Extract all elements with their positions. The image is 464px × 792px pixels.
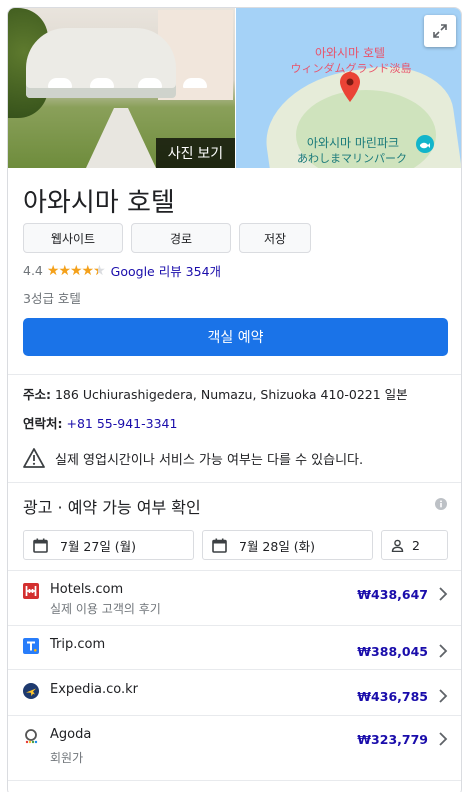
- checkout-date: 7월 28일 (화): [239, 538, 316, 554]
- offer-row[interactable]: Trip.com ₩388,045: [23, 637, 448, 662]
- action-buttons: 웹사이트 경로 저장: [23, 223, 311, 253]
- offer-subtext: 회원가: [50, 751, 84, 765]
- map-pin-icon: [340, 72, 360, 102]
- chevron-right-icon: [439, 689, 448, 703]
- availability-title: 광고 · 예약 가능 여부 확인: [23, 498, 201, 517]
- hotel-knowledge-panel: 사진 보기 아와시마 호텔 ウィンダムグランド淡島 아와시마 마린파크 あわしま…: [7, 7, 462, 792]
- rating-row: 4.4 ★★★★★★ Google 리뷰 354개: [23, 261, 221, 280]
- address-row: 주소: 186 Uchiurashigedera, Numazu, Shizuo…: [23, 384, 408, 403]
- checkin-date-field[interactable]: 7월 27일 (월): [23, 530, 194, 560]
- save-button[interactable]: 저장: [239, 223, 311, 253]
- divider: [8, 374, 461, 375]
- offer-provider: Hotels.com: [50, 582, 124, 597]
- phone-label: 연락처:: [23, 416, 63, 431]
- aquarium-icon: [416, 135, 434, 153]
- hotel-title: 아와시마 호텔: [23, 188, 175, 218]
- hotel-photo[interactable]: 사진 보기: [8, 8, 235, 168]
- phone-link[interactable]: +81 55-941-3341: [66, 416, 177, 431]
- offer-provider: Expedia.co.kr: [50, 682, 138, 697]
- map-poi-label: 아와시마 마린파크: [306, 136, 400, 150]
- divider: [8, 669, 461, 670]
- info-icon[interactable]: [435, 498, 447, 510]
- photo-umbrella: [90, 78, 114, 88]
- expand-map-button[interactable]: [424, 15, 456, 47]
- guest-count: 2: [412, 537, 420, 553]
- checkin-date: 7월 27일 (월): [60, 538, 137, 554]
- photo-umbrella: [48, 78, 72, 88]
- offer-subtext: 실제 이용 고객의 후기: [50, 602, 161, 616]
- offer-provider: Trip.com: [50, 637, 106, 652]
- notice-row: 실제 영업시간이나 서비스 가능 여부는 다를 수 있습니다.: [23, 448, 363, 468]
- offer-row[interactable]: Agoda 회원가 ₩323,779: [23, 727, 448, 768]
- warning-icon: [23, 448, 45, 468]
- expedia-icon: [23, 683, 39, 699]
- website-button[interactable]: 웹사이트: [23, 223, 123, 253]
- photo-umbrella: [138, 78, 162, 88]
- offer-price: ₩438,647: [357, 587, 428, 602]
- address-value: 186 Uchiurashigedera, Numazu, Shizuoka 4…: [54, 387, 408, 402]
- offer-provider: Agoda: [50, 727, 92, 742]
- offer-price: ₩388,045: [357, 644, 428, 659]
- map-hotel-label: 아와시마 호텔: [314, 46, 386, 60]
- chevron-right-icon: [439, 644, 448, 658]
- expand-icon: [433, 24, 447, 38]
- trip-com-icon: [23, 638, 39, 654]
- divider: [8, 570, 461, 571]
- divider: [8, 482, 461, 483]
- directions-button[interactable]: 경로: [131, 223, 231, 253]
- divider: [8, 715, 461, 716]
- notice-text: 실제 영업시간이나 서비스 가능 여부는 다를 수 있습니다.: [55, 452, 364, 468]
- photo-path: [86, 108, 156, 168]
- chevron-right-icon: [439, 732, 448, 746]
- chevron-right-icon: [439, 587, 448, 601]
- star-rating-icon: ★★★★★★: [46, 262, 106, 279]
- rating-value: 4.4: [23, 263, 43, 278]
- date-picker-row: 7월 27일 (월) 7월 28일 (화) 2: [23, 530, 448, 560]
- offer-row[interactable]: Expedia.co.kr ₩436,785: [23, 682, 448, 707]
- checkout-date-field[interactable]: 7월 28일 (화): [202, 530, 373, 560]
- phone-row: 연락처: +81 55-941-3341: [23, 413, 177, 432]
- reviews-link[interactable]: Google 리뷰 354개: [111, 261, 221, 280]
- photo-umbrella: [183, 78, 207, 88]
- offer-price: ₩436,785: [357, 689, 428, 704]
- book-room-button[interactable]: 객실 예약: [23, 318, 448, 356]
- calendar-icon: [212, 538, 227, 553]
- offer-price: ₩323,779: [357, 732, 428, 747]
- divider: [8, 625, 461, 626]
- map-poi-label-jp: あわしまマリンパーク: [297, 152, 407, 165]
- hotels-com-icon: [23, 583, 39, 599]
- view-photos-button[interactable]: 사진 보기: [156, 138, 235, 168]
- guests-field[interactable]: 2: [381, 530, 448, 560]
- hotel-class: 3성급 호텔: [23, 291, 81, 306]
- calendar-icon: [33, 538, 48, 553]
- divider: [8, 780, 461, 781]
- address-label: 주소:: [23, 387, 51, 402]
- person-icon: [391, 539, 404, 552]
- agoda-icon: [25, 729, 38, 744]
- map-preview[interactable]: 아와시마 호텔 ウィンダムグランド淡島 아와시마 마린파크 あわしまマリンパーク: [236, 8, 461, 168]
- media-header: 사진 보기 아와시마 호텔 ウィンダムグランド淡島 아와시마 마린파크 あわしま…: [8, 8, 461, 168]
- offer-row[interactable]: Hotels.com 실제 이용 고객의 후기 ₩438,647: [23, 582, 448, 623]
